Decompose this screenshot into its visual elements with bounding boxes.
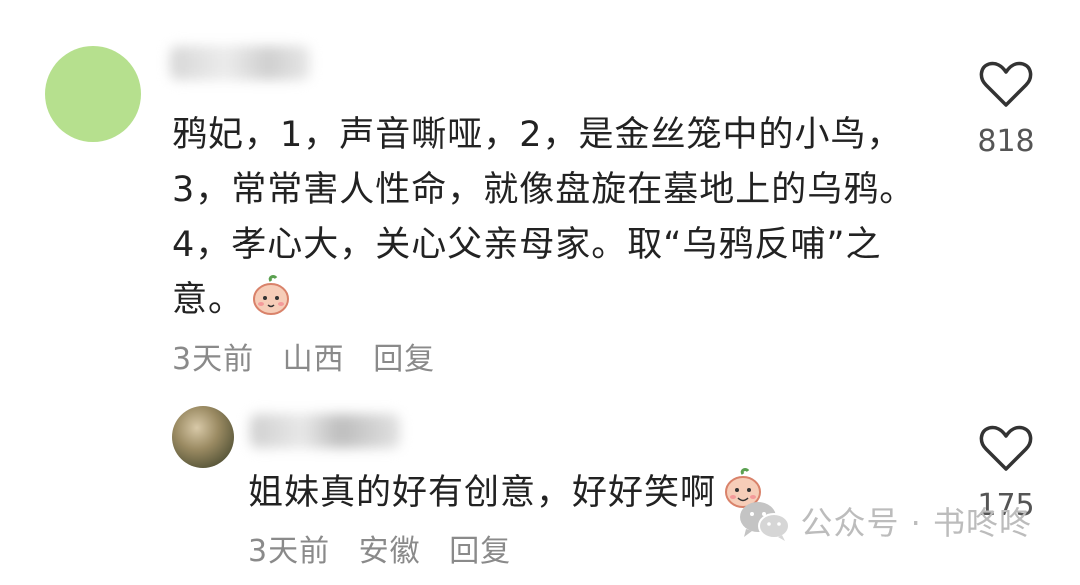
timestamp: 3天前 <box>248 534 331 569</box>
comment-meta: 3天前 山西 回复 <box>172 334 453 378</box>
wechat-icon <box>740 502 791 541</box>
username-blurred[interactable] <box>170 46 310 80</box>
reply-meta: 3天前 安徽 回复 <box>248 526 529 570</box>
reply-button[interactable]: 回复 <box>373 342 435 377</box>
avatar[interactable] <box>172 406 234 468</box>
reply-body: 姐妹真的好有创意，好好笑啊 <box>248 473 717 513</box>
heart-icon[interactable] <box>978 422 1034 474</box>
location: 安徽 <box>358 534 421 569</box>
reply-button[interactable]: 回复 <box>449 534 511 569</box>
username-blurred[interactable] <box>250 414 400 448</box>
watermark: 公众号 · 书咚咚 <box>738 498 1032 544</box>
like-button[interactable]: 818 <box>966 58 1046 159</box>
timestamp: 3天前 <box>172 342 255 377</box>
like-count: 818 <box>977 124 1035 159</box>
watermark-text: 公众号 · 书咚咚 <box>800 504 1032 542</box>
peach-face-emoji-icon <box>253 275 290 315</box>
avatar[interactable] <box>45 46 141 142</box>
heart-icon[interactable] <box>978 58 1034 110</box>
comment-text: 鸦妃，1，声音嘶哑，2，是金丝笼中的小鸟，3，常常害人性命，就像盘旋在墓地上的乌… <box>172 108 932 328</box>
location: 山西 <box>282 342 345 377</box>
